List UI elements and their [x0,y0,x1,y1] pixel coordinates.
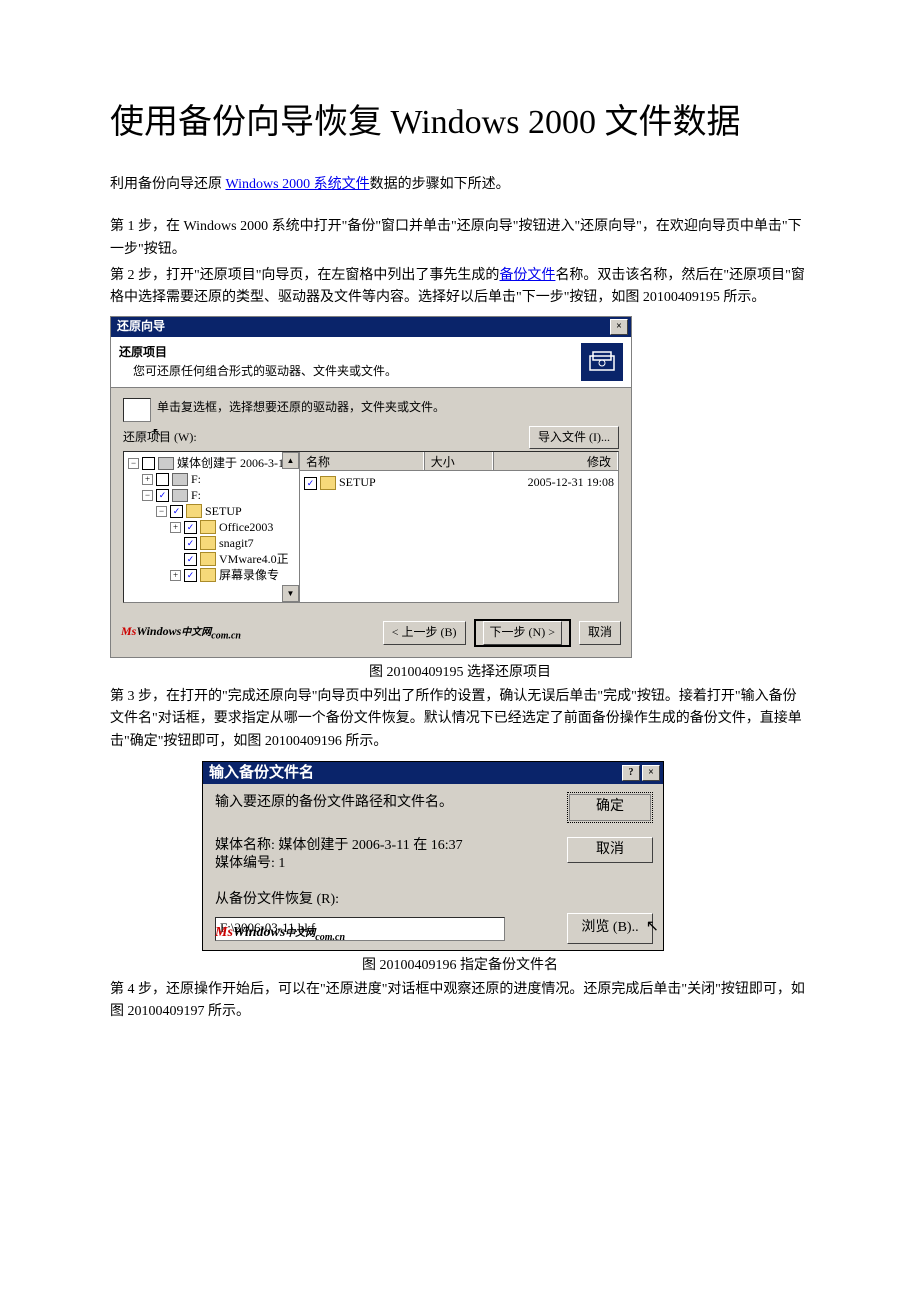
link-windows2000-sysfile[interactable]: Windows 2000 系统文件 [226,177,370,192]
media-name-value: 媒体创建于 2006-3-11 在 16:37 [278,838,462,853]
list-pane: 名称 大小 修改 SETUP 2005-12-31 19:08 [300,452,618,602]
step-1: 第 1 步，在 Windows 2000 系统中打开"备份"窗口并单击"还原向导… [110,216,810,261]
media-num-label: 媒体编号: [215,856,275,871]
item-date: 2005-12-31 19:08 [506,473,614,492]
ok-button[interactable]: 确定 [567,792,653,822]
dialog2-titlebar: 输入备份文件名 ? × [203,762,663,784]
step-4: 第 4 步，还原操作开始后，可以在"还原进度"对话框中观察还原的进度情况。还原完… [110,979,810,1024]
help-icon[interactable]: ? [622,765,640,781]
close-icon[interactable]: × [642,765,660,781]
intro-paragraph: 利用备份向导还原 Windows 2000 系统文件数据的步骤如下所述。 [110,174,810,196]
header-subtitle: 您可还原任何组合形式的驱动器、文件夹或文件。 [119,362,581,381]
item-name: SETUP [339,473,447,492]
tree-office[interactable]: Office2003 [219,519,273,535]
tree-vmware[interactable]: VMware4.0正 [219,551,289,567]
dialog-titlebar: 还原向导 × [111,317,631,337]
col-size[interactable]: 大小 [424,452,493,470]
intro-pre: 利用备份向导还原 [110,177,226,192]
page-title: 使用备份向导恢复 Windows 2000 文件数据 [110,100,810,146]
col-name[interactable]: 名称 [300,452,424,470]
next-button[interactable]: 下一步 (N) > [474,619,571,646]
step-2: 第 2 步，打开"还原项目"向导页，在左窗格中列出了事先生成的备份文件名称。双击… [110,265,810,310]
browse-button[interactable]: 浏览 (B).. [567,913,653,943]
link-backup-file[interactable]: 备份文件 [499,268,555,283]
restore-wizard-dialog: 还原向导 × 还原项目 您可还原任何组合形式的驱动器、文件夹或文件。 ↖ 单击复… [110,316,632,658]
tree-root[interactable]: 媒体创建于 2006-3-11 [177,455,290,471]
brand-logo: MsWindows中文网com.cn [121,622,241,644]
brand-logo: MsWindows中文网com.cn [215,922,345,946]
list-item[interactable]: SETUP 2005-12-31 19:08 [304,473,614,492]
tree-screen[interactable]: 屏幕录像专 [219,567,279,583]
instruction-text: 单击复选框，选择想要还原的驱动器，文件夹或文件。 [157,398,445,417]
restore-from-label: 从备份文件恢复 (R): [215,889,653,911]
step2-pre: 第 2 步，打开"还原项目"向导页，在左窗格中列出了事先生成的 [110,268,499,283]
close-icon[interactable]: × [610,319,628,335]
tree-preview-icon: ↖ [123,398,151,422]
backup-icon [581,343,623,381]
figure-caption-1: 图 20100409195 选择还原项目 [110,662,810,684]
tree-drive-f2[interactable]: F: [191,487,201,503]
cancel-button[interactable]: 取消 [579,621,621,644]
header-title: 还原项目 [119,343,581,362]
dialog-title: 还原向导 [117,317,165,336]
scroll-up-icon[interactable]: ▲ [282,452,299,469]
media-num-value: 1 [278,856,285,871]
tree-pane[interactable]: ▲ −媒体创建于 2006-3-11 +F: −F: −SETUP +Offic… [124,452,300,602]
cursor-icon: ↖ [646,914,659,940]
dialog-header: 还原项目 您可还原任何组合形式的驱动器、文件夹或文件。 [111,337,631,388]
media-name-label: 媒体名称: [215,838,275,853]
dialog2-title: 输入备份文件名 [209,761,314,785]
step-3: 第 3 步，在打开的"完成还原向导"向导页中列出了所作的设置，确认无误后单击"完… [110,686,810,753]
input-backup-filename-dialog: 输入备份文件名 ? × 输入要还原的备份文件路径和文件名。 确定 媒体名称: 媒… [202,761,664,951]
tree-snagit[interactable]: snagit7 [219,535,254,551]
back-button[interactable]: < 上一步 (B) [383,621,466,644]
intro-post: 数据的步骤如下所述。 [370,177,510,192]
cancel-button[interactable]: 取消 [567,837,653,863]
tree-setup[interactable]: SETUP [205,503,242,519]
prompt-text: 输入要还原的备份文件路径和文件名。 [215,792,567,814]
col-modified[interactable]: 修改 [493,452,618,470]
figure-caption-2: 图 20100409196 指定备份文件名 [110,955,810,977]
tree-drive-f1[interactable]: F: [191,471,201,487]
import-file-button[interactable]: 导入文件 (I)... [529,426,619,449]
scroll-down-icon[interactable]: ▼ [282,585,299,602]
